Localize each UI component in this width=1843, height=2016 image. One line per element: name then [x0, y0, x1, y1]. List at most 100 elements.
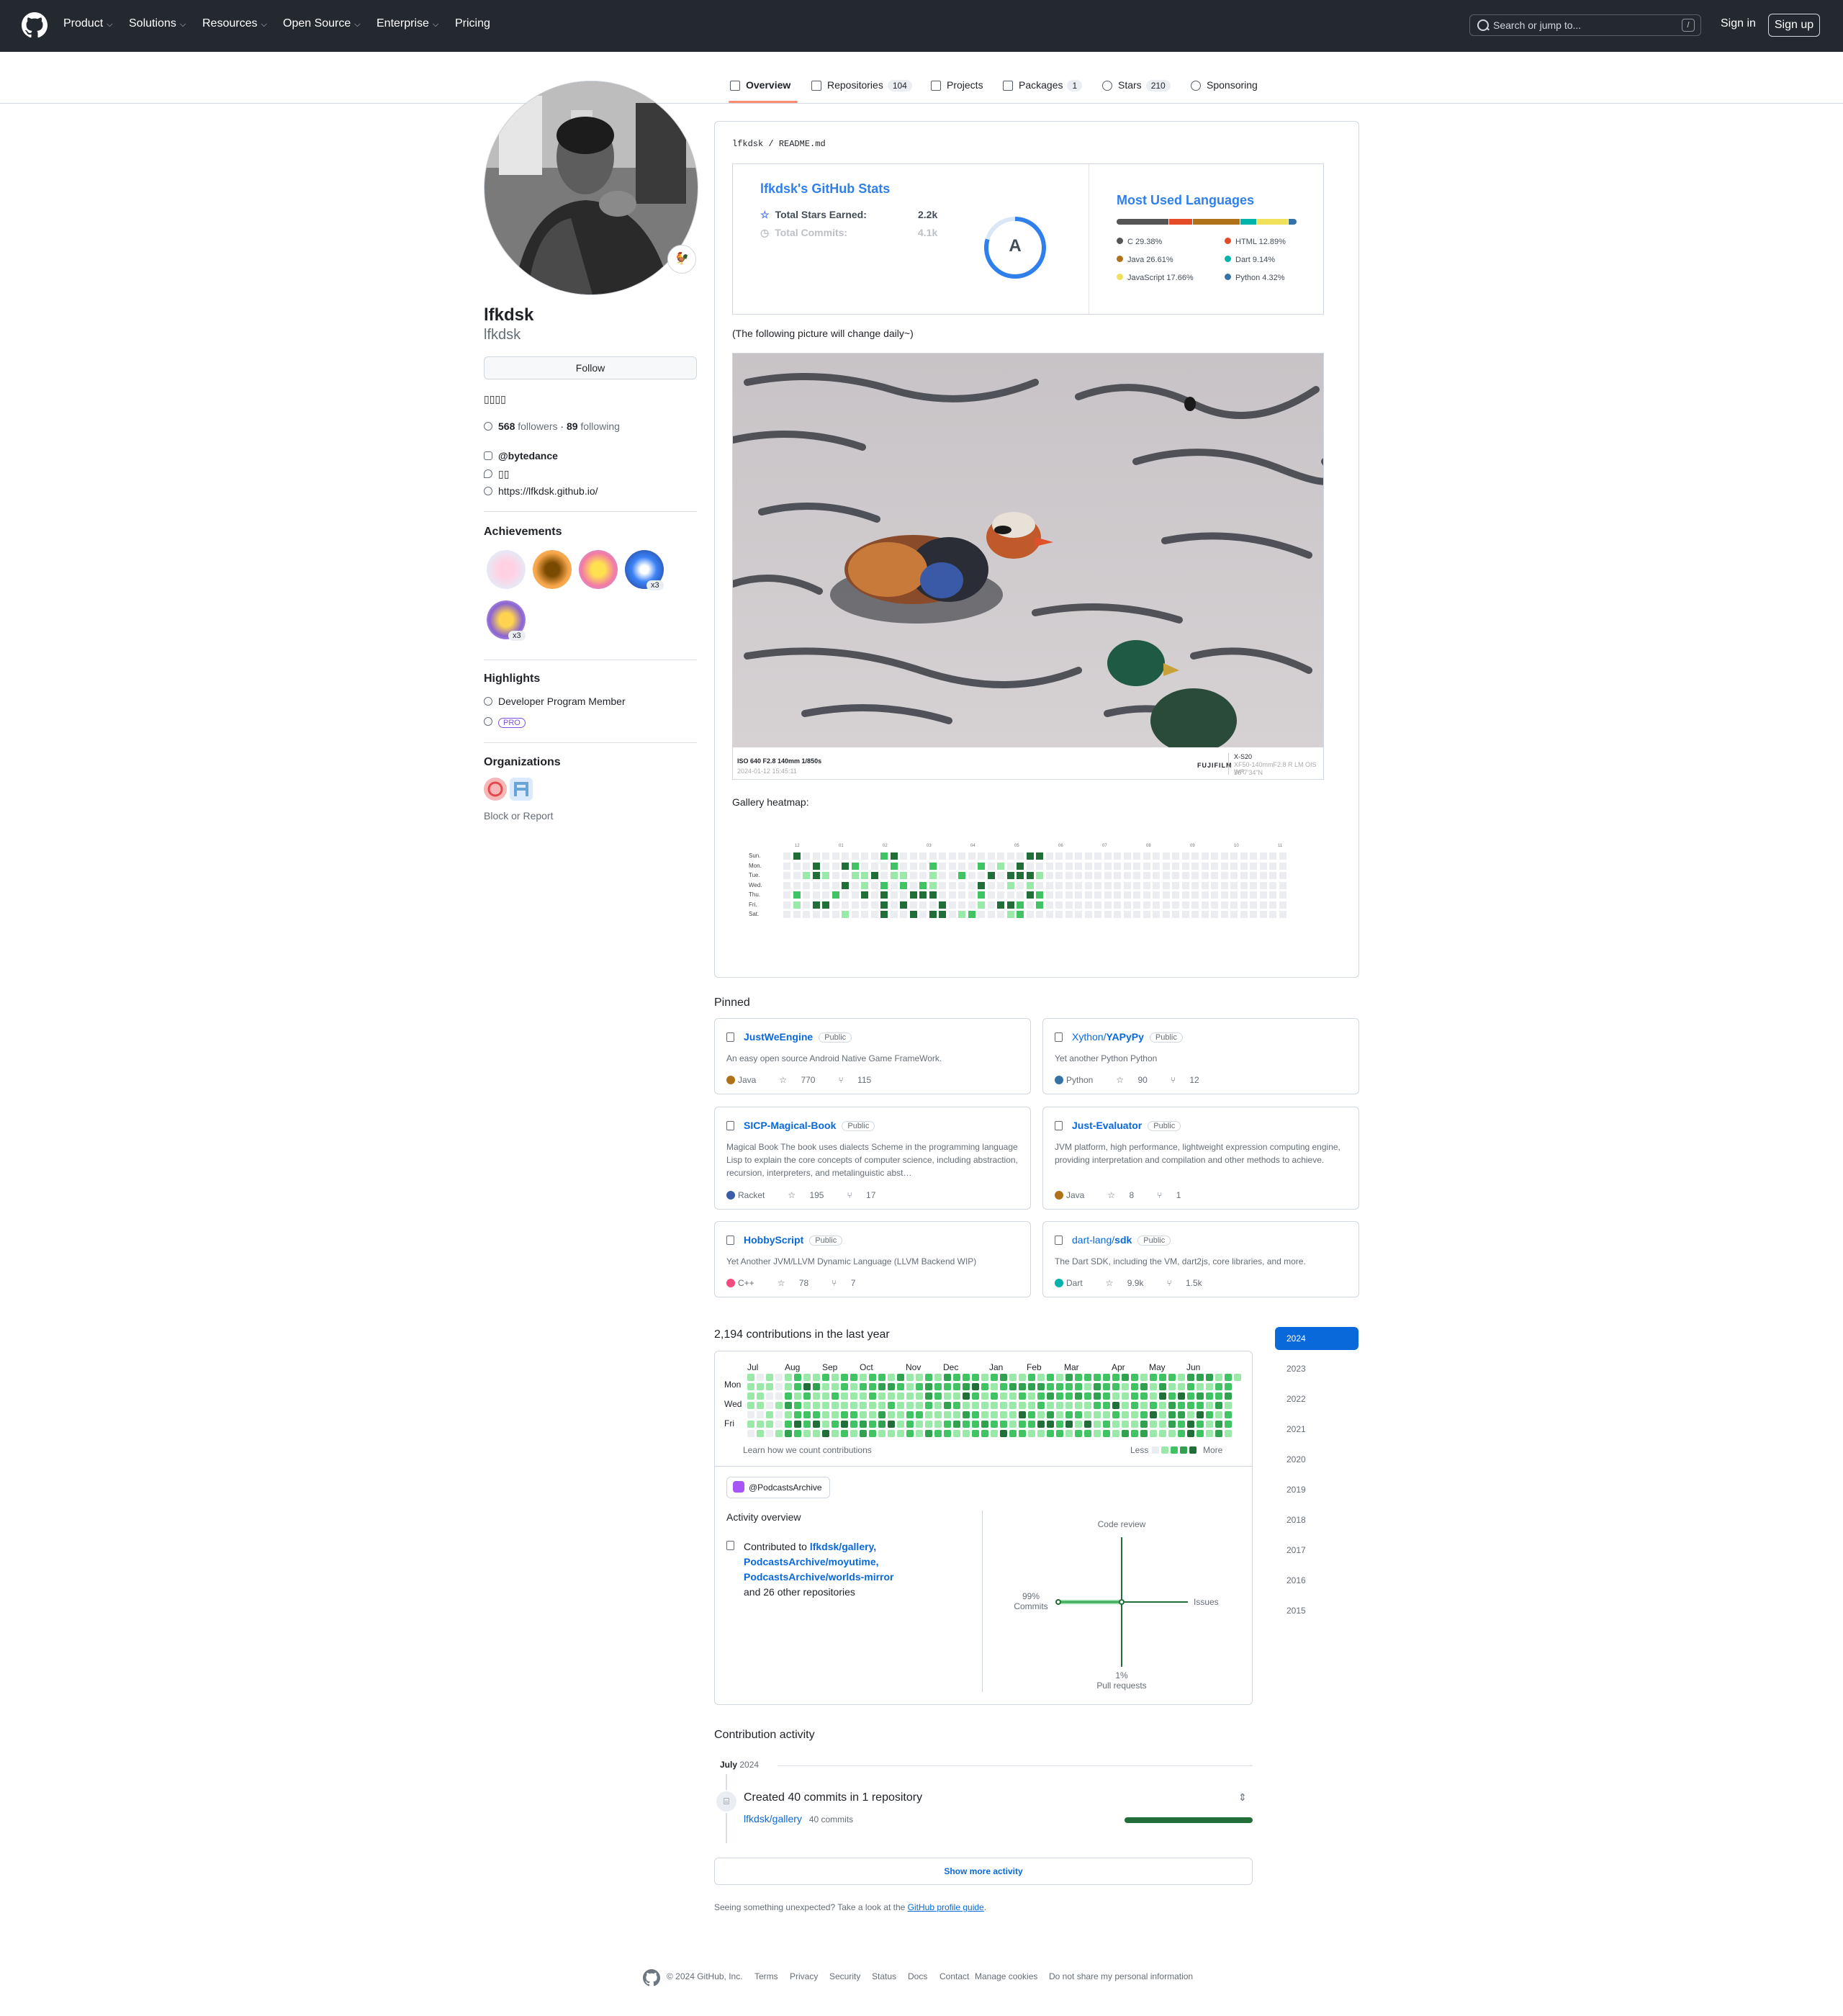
contribution-day-cell[interactable]	[1075, 1421, 1082, 1428]
contribution-day-cell[interactable]	[1187, 1392, 1194, 1400]
avatar[interactable]	[484, 81, 698, 295]
contribution-day-cell[interactable]	[1225, 1383, 1232, 1390]
pinned-repo-link[interactable]: dart-lang/sdk Public	[1072, 1234, 1171, 1246]
contribution-day-cell[interactable]	[925, 1430, 932, 1437]
contribution-day-cell[interactable]	[963, 1392, 970, 1400]
contribution-day-cell[interactable]	[869, 1392, 876, 1400]
contribution-day-cell[interactable]	[888, 1392, 895, 1400]
contribution-day-cell[interactable]	[953, 1392, 960, 1400]
contribution-day-cell[interactable]	[897, 1374, 904, 1381]
contribution-day-cell[interactable]	[1122, 1430, 1129, 1437]
contribution-day-cell[interactable]	[953, 1421, 960, 1428]
contribution-day-cell[interactable]	[1037, 1392, 1045, 1400]
contribution-day-cell[interactable]	[1187, 1374, 1194, 1381]
contribution-day-cell[interactable]	[1084, 1383, 1091, 1390]
contribution-day-cell[interactable]	[916, 1411, 923, 1418]
contribution-day-cell[interactable]	[1084, 1411, 1091, 1418]
contribution-day-cell[interactable]	[953, 1374, 960, 1381]
contribution-day-cell[interactable]	[878, 1383, 886, 1390]
repo-forks[interactable]: ⑂ 1.5k	[1166, 1278, 1213, 1288]
contribution-day-cell[interactable]	[803, 1411, 811, 1418]
contribution-day-cell[interactable]	[1019, 1421, 1026, 1428]
contribution-day-cell[interactable]	[1112, 1402, 1119, 1409]
contribution-day-cell[interactable]	[1178, 1383, 1185, 1390]
repo-forks[interactable]: ⑂ 12	[1171, 1075, 1211, 1085]
contribution-day-cell[interactable]	[906, 1411, 914, 1418]
contribution-day-cell[interactable]	[981, 1374, 988, 1381]
contribution-day-cell[interactable]	[897, 1430, 904, 1437]
contribution-day-cell[interactable]	[1187, 1402, 1194, 1409]
contribution-day-cell[interactable]	[981, 1392, 988, 1400]
contribution-day-cell[interactable]	[841, 1374, 848, 1381]
contribution-day-cell[interactable]	[925, 1411, 932, 1418]
contribution-day-cell[interactable]	[1159, 1402, 1166, 1409]
github-footer-logo-icon[interactable]	[643, 1969, 660, 1986]
contribution-day-cell[interactable]	[1225, 1421, 1232, 1428]
contribution-day-cell[interactable]	[1112, 1383, 1119, 1390]
contribution-day-cell[interactable]	[1131, 1383, 1138, 1390]
contribution-day-cell[interactable]	[757, 1430, 764, 1437]
contribution-day-cell[interactable]	[1234, 1374, 1241, 1381]
contribution-day-cell[interactable]	[822, 1374, 829, 1381]
repo-stars[interactable]: ☆ 195	[788, 1190, 835, 1200]
contribution-day-cell[interactable]	[1065, 1392, 1073, 1400]
status-emoji-button[interactable]: 🐓	[667, 245, 696, 274]
contribution-day-cell[interactable]	[841, 1421, 848, 1428]
contribution-day-cell[interactable]	[794, 1374, 801, 1381]
contribution-day-cell[interactable]	[991, 1402, 998, 1409]
contribution-day-cell[interactable]	[803, 1374, 811, 1381]
contribution-day-cell[interactable]	[1065, 1421, 1073, 1428]
pinned-repo-link[interactable]: Just-Evaluator Public	[1072, 1120, 1181, 1131]
contribution-day-cell[interactable]	[1215, 1374, 1222, 1381]
footer-docs[interactable]: Docs	[908, 1971, 927, 1981]
contribution-day-cell[interactable]	[1037, 1383, 1045, 1390]
readme-path-user[interactable]: lfkdsk	[732, 139, 763, 149]
contribution-day-cell[interactable]	[1187, 1383, 1194, 1390]
contribution-day-cell[interactable]	[981, 1421, 988, 1428]
contribution-day-cell[interactable]	[794, 1383, 801, 1390]
contribution-day-cell[interactable]	[1159, 1392, 1166, 1400]
contribution-day-cell[interactable]	[981, 1402, 988, 1409]
repo-forks[interactable]: ⑂ 17	[847, 1190, 887, 1200]
contribution-day-cell[interactable]	[888, 1374, 895, 1381]
year-link-2016[interactable]: 2016	[1275, 1569, 1358, 1592]
contribution-day-cell[interactable]	[944, 1411, 951, 1418]
contribution-day-cell[interactable]	[878, 1430, 886, 1437]
contribution-day-cell[interactable]	[775, 1383, 783, 1390]
contribution-day-cell[interactable]	[1094, 1392, 1101, 1400]
contributed-repo-link[interactable]: PodcastsArchive/moyutime,	[744, 1556, 879, 1567]
contribution-day-cell[interactable]	[934, 1402, 942, 1409]
contribution-day-cell[interactable]	[1150, 1411, 1157, 1418]
contribution-day-cell[interactable]	[1159, 1421, 1166, 1428]
contribution-day-cell[interactable]	[888, 1402, 895, 1409]
contribution-day-cell[interactable]	[766, 1402, 773, 1409]
contribution-day-cell[interactable]	[1178, 1421, 1185, 1428]
contribution-day-cell[interactable]	[1028, 1392, 1035, 1400]
contribution-day-cell[interactable]	[1150, 1374, 1157, 1381]
contribution-day-cell[interactable]	[1065, 1411, 1073, 1418]
contribution-day-cell[interactable]	[925, 1402, 932, 1409]
contribution-day-cell[interactable]	[906, 1430, 914, 1437]
contribution-day-cell[interactable]	[860, 1374, 867, 1381]
contribution-day-cell[interactable]	[813, 1430, 820, 1437]
unfold-icon[interactable]: ⇕	[1238, 1791, 1247, 1804]
contribution-day-cell[interactable]	[1019, 1392, 1026, 1400]
contribution-day-cell[interactable]	[757, 1421, 764, 1428]
contribution-day-cell[interactable]	[1168, 1430, 1176, 1437]
contribution-day-cell[interactable]	[813, 1392, 820, 1400]
contribution-day-cell[interactable]	[963, 1374, 970, 1381]
contribution-day-cell[interactable]	[1159, 1383, 1166, 1390]
contribution-day-cell[interactable]	[1168, 1421, 1176, 1428]
contribution-day-cell[interactable]	[1225, 1411, 1232, 1418]
contribution-day-cell[interactable]	[1028, 1421, 1035, 1428]
contribution-day-cell[interactable]	[1028, 1411, 1035, 1418]
contribution-day-cell[interactable]	[822, 1402, 829, 1409]
repo-forks[interactable]: ⑂ 1	[1157, 1190, 1192, 1200]
contribution-day-cell[interactable]	[747, 1374, 754, 1381]
contributed-repo-link[interactable]: PodcastsArchive/worlds-mirror	[744, 1571, 894, 1583]
achievement-yolo-icon[interactable]	[579, 550, 618, 589]
repo-stars[interactable]: ☆ 9.9k	[1106, 1278, 1155, 1288]
contribution-day-cell[interactable]	[1178, 1402, 1185, 1409]
contribution-day-cell[interactable]	[832, 1421, 839, 1428]
year-link-2022[interactable]: 2022	[1275, 1387, 1358, 1410]
